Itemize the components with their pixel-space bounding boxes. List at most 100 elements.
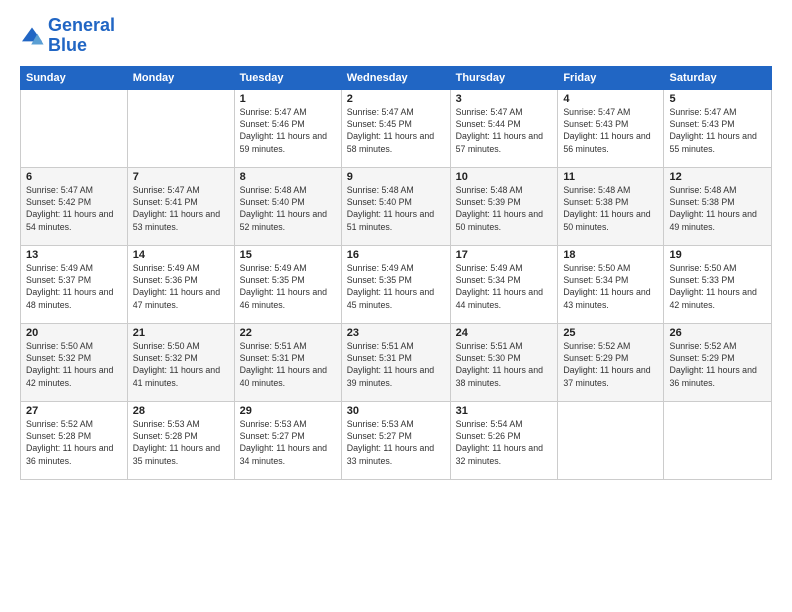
day-number: 28 <box>133 405 229 417</box>
day-info: Sunrise: 5:53 AM Sunset: 5:28 PM Dayligh… <box>133 418 229 467</box>
day-info: Sunrise: 5:51 AM Sunset: 5:30 PM Dayligh… <box>456 340 553 389</box>
calendar-cell: 22 Sunrise: 5:51 AM Sunset: 5:31 PM Dayl… <box>234 323 341 401</box>
calendar-cell <box>558 401 664 479</box>
day-number: 19 <box>669 249 766 261</box>
calendar-cell: 19 Sunrise: 5:50 AM Sunset: 5:33 PM Dayl… <box>664 245 772 323</box>
day-number: 6 <box>26 171 122 183</box>
weekday-header-tuesday: Tuesday <box>234 66 341 89</box>
calendar-cell <box>664 401 772 479</box>
day-info: Sunrise: 5:51 AM Sunset: 5:31 PM Dayligh… <box>347 340 445 389</box>
day-number: 11 <box>563 171 658 183</box>
calendar-cell: 10 Sunrise: 5:48 AM Sunset: 5:39 PM Dayl… <box>450 167 558 245</box>
day-number: 21 <box>133 327 229 339</box>
calendar-week-1: 1 Sunrise: 5:47 AM Sunset: 5:46 PM Dayli… <box>21 89 772 167</box>
day-number: 29 <box>240 405 336 417</box>
day-number: 27 <box>26 405 122 417</box>
calendar-cell: 15 Sunrise: 5:49 AM Sunset: 5:35 PM Dayl… <box>234 245 341 323</box>
calendar-cell: 24 Sunrise: 5:51 AM Sunset: 5:30 PM Dayl… <box>450 323 558 401</box>
day-info: Sunrise: 5:47 AM Sunset: 5:43 PM Dayligh… <box>669 106 766 155</box>
day-number: 24 <box>456 327 553 339</box>
day-info: Sunrise: 5:47 AM Sunset: 5:45 PM Dayligh… <box>347 106 445 155</box>
day-info: Sunrise: 5:48 AM Sunset: 5:40 PM Dayligh… <box>347 184 445 233</box>
day-number: 10 <box>456 171 553 183</box>
calendar-cell: 23 Sunrise: 5:51 AM Sunset: 5:31 PM Dayl… <box>341 323 450 401</box>
day-number: 26 <box>669 327 766 339</box>
calendar-cell: 4 Sunrise: 5:47 AM Sunset: 5:43 PM Dayli… <box>558 89 664 167</box>
day-info: Sunrise: 5:48 AM Sunset: 5:38 PM Dayligh… <box>563 184 658 233</box>
day-info: Sunrise: 5:48 AM Sunset: 5:40 PM Dayligh… <box>240 184 336 233</box>
day-info: Sunrise: 5:47 AM Sunset: 5:43 PM Dayligh… <box>563 106 658 155</box>
calendar-cell: 3 Sunrise: 5:47 AM Sunset: 5:44 PM Dayli… <box>450 89 558 167</box>
day-number: 7 <box>133 171 229 183</box>
day-info: Sunrise: 5:50 AM Sunset: 5:32 PM Dayligh… <box>26 340 122 389</box>
day-info: Sunrise: 5:52 AM Sunset: 5:29 PM Dayligh… <box>563 340 658 389</box>
calendar-cell: 30 Sunrise: 5:53 AM Sunset: 5:27 PM Dayl… <box>341 401 450 479</box>
calendar-cell: 28 Sunrise: 5:53 AM Sunset: 5:28 PM Dayl… <box>127 401 234 479</box>
day-number: 5 <box>669 93 766 105</box>
calendar-cell <box>127 89 234 167</box>
day-info: Sunrise: 5:49 AM Sunset: 5:36 PM Dayligh… <box>133 262 229 311</box>
day-info: Sunrise: 5:50 AM Sunset: 5:34 PM Dayligh… <box>563 262 658 311</box>
calendar-week-5: 27 Sunrise: 5:52 AM Sunset: 5:28 PM Dayl… <box>21 401 772 479</box>
day-info: Sunrise: 5:49 AM Sunset: 5:37 PM Dayligh… <box>26 262 122 311</box>
day-number: 9 <box>347 171 445 183</box>
page: General Blue SundayMondayTuesdayWednesda… <box>0 0 792 612</box>
day-number: 15 <box>240 249 336 261</box>
day-number: 31 <box>456 405 553 417</box>
day-info: Sunrise: 5:47 AM Sunset: 5:46 PM Dayligh… <box>240 106 336 155</box>
day-number: 30 <box>347 405 445 417</box>
day-info: Sunrise: 5:48 AM Sunset: 5:39 PM Dayligh… <box>456 184 553 233</box>
calendar-cell: 2 Sunrise: 5:47 AM Sunset: 5:45 PM Dayli… <box>341 89 450 167</box>
calendar-cell: 8 Sunrise: 5:48 AM Sunset: 5:40 PM Dayli… <box>234 167 341 245</box>
header: General Blue <box>20 16 772 56</box>
calendar-cell: 27 Sunrise: 5:52 AM Sunset: 5:28 PM Dayl… <box>21 401 128 479</box>
calendar-week-4: 20 Sunrise: 5:50 AM Sunset: 5:32 PM Dayl… <box>21 323 772 401</box>
day-info: Sunrise: 5:53 AM Sunset: 5:27 PM Dayligh… <box>347 418 445 467</box>
calendar-cell: 14 Sunrise: 5:49 AM Sunset: 5:36 PM Dayl… <box>127 245 234 323</box>
day-info: Sunrise: 5:53 AM Sunset: 5:27 PM Dayligh… <box>240 418 336 467</box>
calendar-cell: 25 Sunrise: 5:52 AM Sunset: 5:29 PM Dayl… <box>558 323 664 401</box>
day-info: Sunrise: 5:52 AM Sunset: 5:29 PM Dayligh… <box>669 340 766 389</box>
day-number: 13 <box>26 249 122 261</box>
calendar-cell: 17 Sunrise: 5:49 AM Sunset: 5:34 PM Dayl… <box>450 245 558 323</box>
weekday-header-monday: Monday <box>127 66 234 89</box>
weekday-header-wednesday: Wednesday <box>341 66 450 89</box>
day-number: 18 <box>563 249 658 261</box>
day-info: Sunrise: 5:49 AM Sunset: 5:35 PM Dayligh… <box>347 262 445 311</box>
calendar-cell: 18 Sunrise: 5:50 AM Sunset: 5:34 PM Dayl… <box>558 245 664 323</box>
day-number: 8 <box>240 171 336 183</box>
day-number: 16 <box>347 249 445 261</box>
weekday-header-saturday: Saturday <box>664 66 772 89</box>
day-info: Sunrise: 5:48 AM Sunset: 5:38 PM Dayligh… <box>669 184 766 233</box>
calendar-cell: 13 Sunrise: 5:49 AM Sunset: 5:37 PM Dayl… <box>21 245 128 323</box>
calendar-cell <box>21 89 128 167</box>
calendar-week-2: 6 Sunrise: 5:47 AM Sunset: 5:42 PM Dayli… <box>21 167 772 245</box>
day-info: Sunrise: 5:49 AM Sunset: 5:34 PM Dayligh… <box>456 262 553 311</box>
weekday-header-friday: Friday <box>558 66 664 89</box>
logo-text: General Blue <box>48 16 115 56</box>
day-number: 22 <box>240 327 336 339</box>
day-number: 4 <box>563 93 658 105</box>
day-number: 2 <box>347 93 445 105</box>
day-info: Sunrise: 5:51 AM Sunset: 5:31 PM Dayligh… <box>240 340 336 389</box>
calendar-table: SundayMondayTuesdayWednesdayThursdayFrid… <box>20 66 772 480</box>
day-number: 14 <box>133 249 229 261</box>
day-number: 3 <box>456 93 553 105</box>
logo: General Blue <box>20 16 115 56</box>
day-info: Sunrise: 5:47 AM Sunset: 5:42 PM Dayligh… <box>26 184 122 233</box>
day-number: 20 <box>26 327 122 339</box>
day-number: 1 <box>240 93 336 105</box>
calendar-cell: 7 Sunrise: 5:47 AM Sunset: 5:41 PM Dayli… <box>127 167 234 245</box>
calendar-cell: 21 Sunrise: 5:50 AM Sunset: 5:32 PM Dayl… <box>127 323 234 401</box>
calendar-cell: 20 Sunrise: 5:50 AM Sunset: 5:32 PM Dayl… <box>21 323 128 401</box>
calendar-cell: 11 Sunrise: 5:48 AM Sunset: 5:38 PM Dayl… <box>558 167 664 245</box>
day-info: Sunrise: 5:47 AM Sunset: 5:44 PM Dayligh… <box>456 106 553 155</box>
day-info: Sunrise: 5:50 AM Sunset: 5:32 PM Dayligh… <box>133 340 229 389</box>
calendar-cell: 12 Sunrise: 5:48 AM Sunset: 5:38 PM Dayl… <box>664 167 772 245</box>
calendar-cell: 5 Sunrise: 5:47 AM Sunset: 5:43 PM Dayli… <box>664 89 772 167</box>
calendar-cell: 26 Sunrise: 5:52 AM Sunset: 5:29 PM Dayl… <box>664 323 772 401</box>
day-info: Sunrise: 5:52 AM Sunset: 5:28 PM Dayligh… <box>26 418 122 467</box>
calendar-cell: 6 Sunrise: 5:47 AM Sunset: 5:42 PM Dayli… <box>21 167 128 245</box>
day-number: 17 <box>456 249 553 261</box>
day-info: Sunrise: 5:50 AM Sunset: 5:33 PM Dayligh… <box>669 262 766 311</box>
